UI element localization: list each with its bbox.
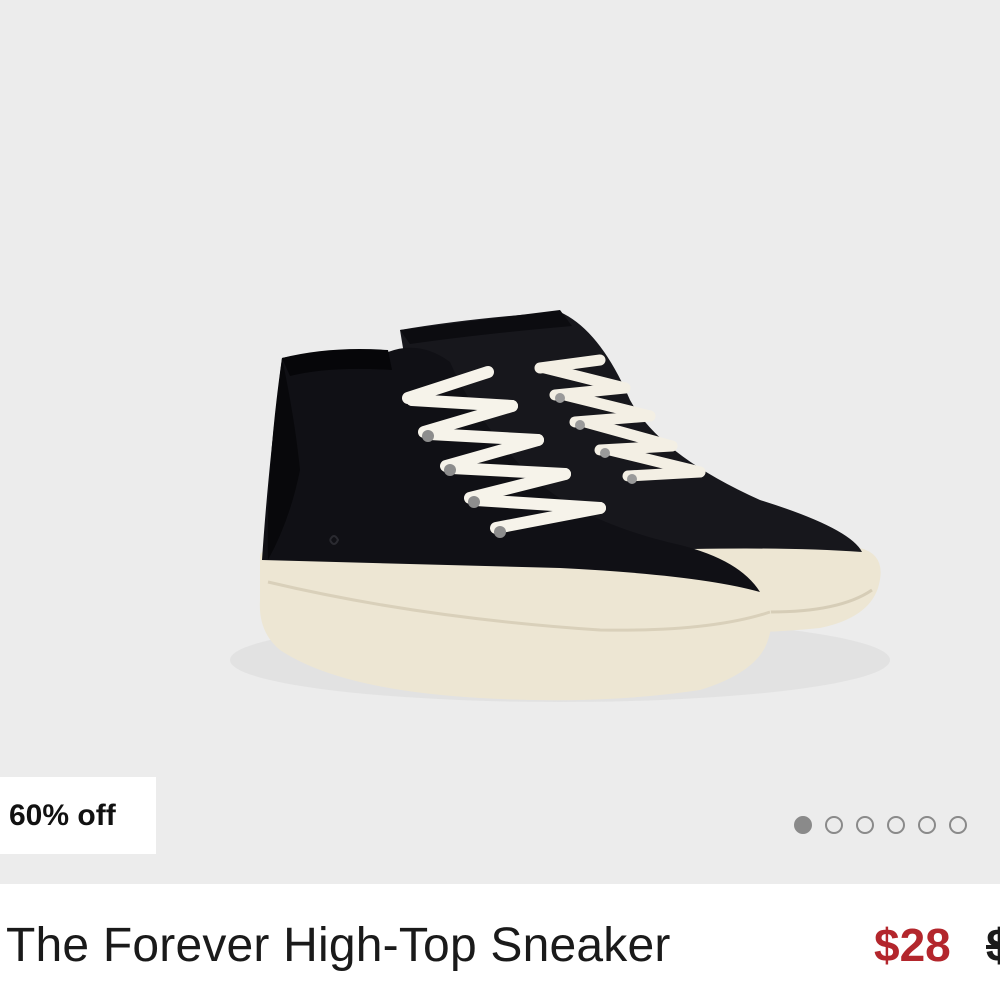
sale-price: $28 bbox=[874, 919, 951, 971]
carousel-dot-4[interactable] bbox=[887, 816, 905, 834]
product-info: The Forever High-Top Sneaker $28 $70 bbox=[0, 884, 1000, 999]
product-name-link[interactable]: The Forever High-Top Sneaker bbox=[6, 918, 671, 973]
image-carousel-indicator bbox=[794, 816, 967, 838]
sneaker-image bbox=[230, 310, 890, 702]
original-price: $70 bbox=[986, 919, 1000, 971]
carousel-dot-6[interactable] bbox=[949, 816, 967, 834]
carousel-dot-1[interactable] bbox=[794, 816, 812, 834]
product-image-container[interactable]: 60% off bbox=[0, 0, 1000, 884]
carousel-dot-5[interactable] bbox=[918, 816, 936, 834]
product-card[interactable]: 60% off The Forever High-Top Sneaker $28… bbox=[0, 0, 1000, 999]
carousel-dot-2[interactable] bbox=[825, 816, 843, 834]
carousel-dot-3[interactable] bbox=[856, 816, 874, 834]
discount-badge: 60% off bbox=[0, 777, 156, 854]
